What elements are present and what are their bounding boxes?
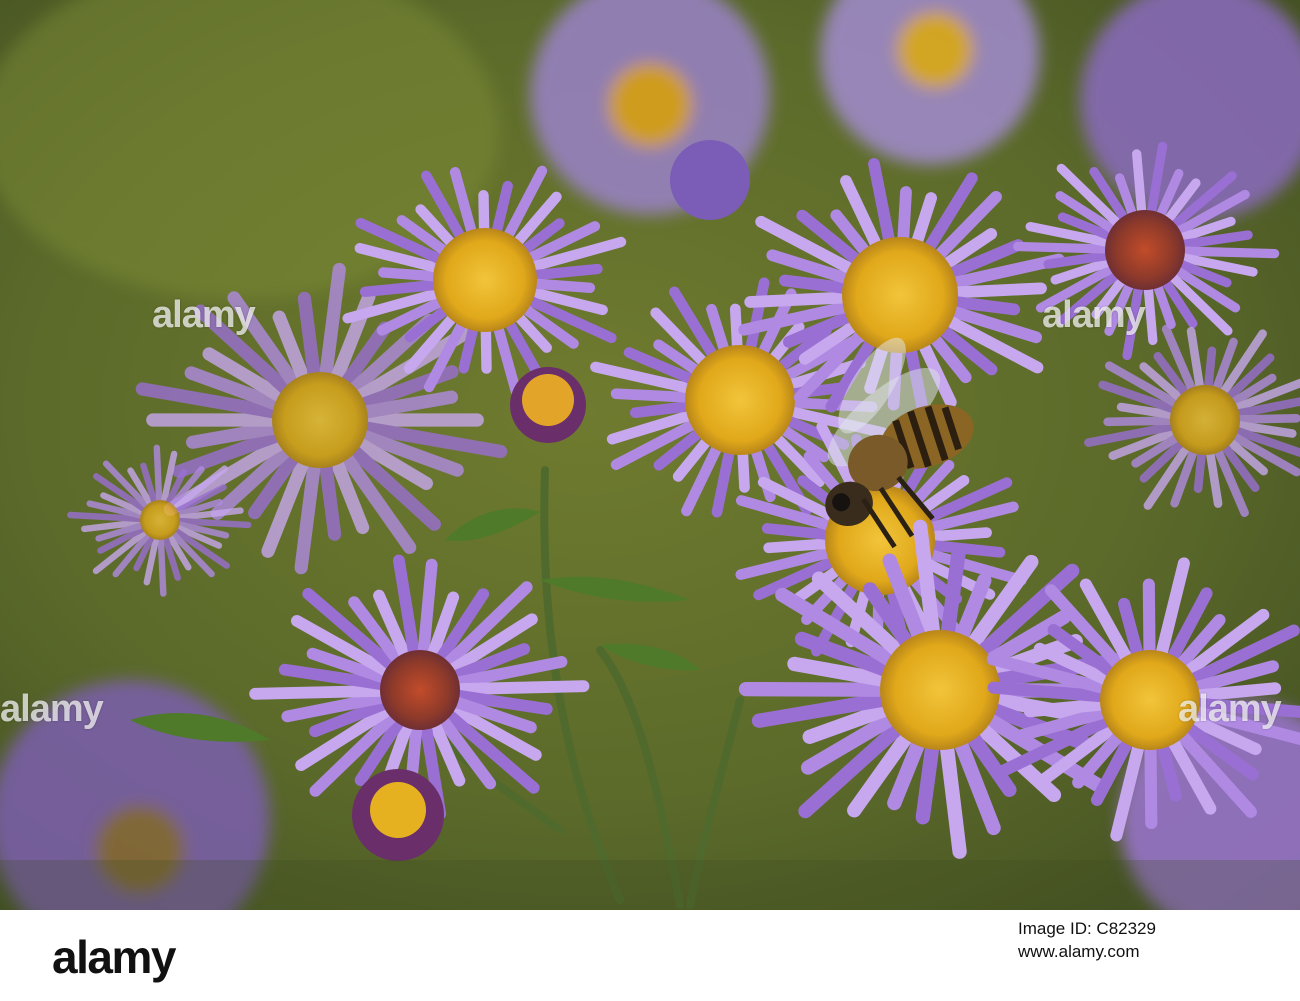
watermark-lower-right: alamy	[1178, 688, 1282, 730]
watermark-lower-left: alamy	[0, 688, 104, 730]
watermark-right: alamy	[1042, 294, 1146, 336]
flower-disc	[140, 500, 180, 540]
flower-disc	[433, 228, 537, 332]
stock-photo-frame: alamy alamy alamy alamy alamy Image ID: …	[0, 0, 1300, 1001]
site-url: www.alamy.com	[1018, 942, 1140, 961]
flower-disc	[1170, 385, 1240, 455]
image-id-label: Image ID: C82329	[1018, 919, 1156, 938]
flower-disc	[380, 650, 460, 730]
flower-disc	[1105, 210, 1185, 290]
aster-bee-illustration	[0, 0, 1300, 910]
alamy-logo: alamy	[52, 931, 176, 983]
flower-disc	[272, 372, 368, 468]
watermark-left: alamy	[152, 294, 256, 336]
flower-disc	[842, 237, 958, 353]
flower-disc	[685, 345, 795, 455]
flower-disc	[880, 630, 1000, 750]
flower-photo: alamy alamy alamy alamy	[0, 0, 1300, 910]
